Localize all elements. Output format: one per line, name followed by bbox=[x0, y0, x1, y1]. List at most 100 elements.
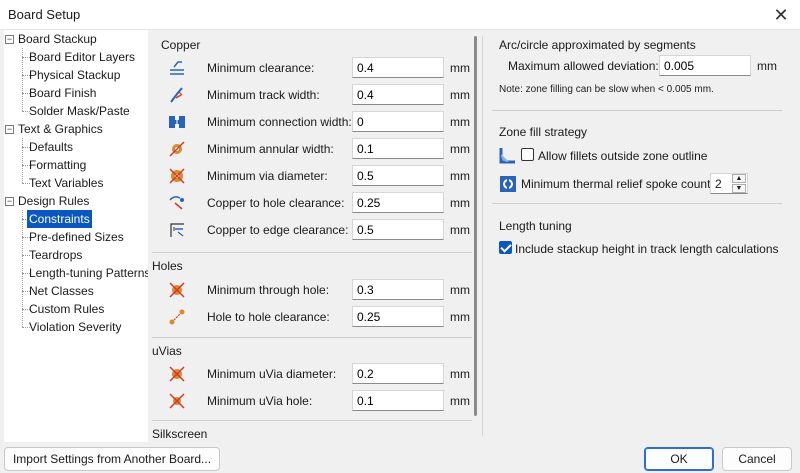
minimum-through-hole-input[interactable] bbox=[352, 279, 444, 300]
hole-to-hole-clearance-input[interactable] bbox=[352, 306, 444, 327]
uvias-section-title: uVias bbox=[152, 344, 182, 358]
minimum-annular-width-label: Minimum annular width: bbox=[207, 142, 334, 156]
ok-button[interactable]: OK bbox=[644, 447, 714, 471]
zone-fill-section-title: Zone fill strategy bbox=[499, 125, 588, 139]
zone-fill-note: Note: zone filling can be slow when < 0.… bbox=[499, 84, 714, 95]
collapse-toggle-icon[interactable]: − bbox=[5, 197, 14, 206]
minimum-connection-width-input[interactable] bbox=[352, 111, 444, 132]
tree-item-teardrops[interactable]: Teardrops bbox=[29, 246, 82, 264]
scrollbar-thumb[interactable] bbox=[474, 36, 477, 416]
tree-item-board-finish[interactable]: Board Finish bbox=[29, 84, 96, 102]
section-divider bbox=[492, 110, 782, 111]
fillet-icon bbox=[499, 148, 515, 164]
unit-label: mm bbox=[450, 88, 470, 102]
constraint-row: Copper to hole clearance: mm bbox=[148, 192, 472, 214]
minimum-track-width-label: Minimum track width: bbox=[207, 88, 320, 102]
section-divider bbox=[152, 420, 472, 421]
constraints-right-column: Arc/circle approximated by segments Maxi… bbox=[492, 30, 782, 442]
max-deviation-label: Maximum allowed deviation: bbox=[508, 59, 659, 73]
max-deviation-input[interactable] bbox=[659, 55, 751, 76]
tree-item-violation-severity[interactable]: Violation Severity bbox=[29, 318, 122, 336]
tree-item-constraints[interactable]: Constraints bbox=[27, 210, 92, 228]
allow-fillets-checkbox[interactable] bbox=[521, 148, 534, 161]
via-diameter-icon bbox=[169, 168, 185, 184]
tree-item-length-tuning-patterns[interactable]: Length-tuning Patterns bbox=[29, 264, 150, 282]
tree-item-custom-rules[interactable]: Custom Rules bbox=[29, 300, 104, 318]
left-column-scrollbar[interactable] bbox=[473, 32, 479, 438]
section-divider bbox=[492, 203, 782, 204]
tree-group-text-graphics[interactable]: Text & Graphics bbox=[18, 120, 103, 138]
unit-label: mm bbox=[450, 223, 470, 237]
settings-tree: − Board Stackup Board Editor Layers Phys… bbox=[4, 30, 150, 442]
spoke-count-value: 2 bbox=[715, 177, 722, 191]
constraint-row: Minimum through hole: mm bbox=[148, 279, 472, 301]
unit-label: mm bbox=[450, 283, 470, 297]
constraint-row: Minimum annular width: mm bbox=[148, 138, 472, 160]
edge-clearance-icon bbox=[170, 223, 184, 237]
tree-item-solder-mask-paste[interactable]: Solder Mask/Paste bbox=[29, 102, 130, 120]
tree-item-defaults[interactable]: Defaults bbox=[29, 138, 73, 156]
minimum-track-width-input[interactable] bbox=[352, 84, 444, 105]
minimum-via-diameter-label: Minimum via diameter: bbox=[207, 169, 328, 183]
unit-label: mm bbox=[450, 310, 470, 324]
tree-item-physical-stackup[interactable]: Physical Stackup bbox=[29, 66, 120, 84]
column-divider bbox=[482, 36, 483, 436]
hole-clearance-icon bbox=[169, 196, 184, 210]
window-title: Board Setup bbox=[8, 7, 81, 22]
tree-group-board-stackup[interactable]: Board Stackup bbox=[18, 30, 97, 48]
section-divider bbox=[152, 252, 472, 253]
minimum-annular-width-input[interactable] bbox=[352, 138, 444, 159]
unit-label: mm bbox=[450, 196, 470, 210]
copper-section-title: Copper bbox=[161, 38, 201, 52]
tree-item-predefined-sizes[interactable]: Pre-defined Sizes bbox=[29, 228, 124, 246]
hole-to-hole-icon bbox=[169, 309, 185, 325]
spoke-count-spinner[interactable]: 2 ▲ ▼ bbox=[710, 173, 748, 194]
constraints-panel: Copper Minimum clearance: mm Minimum tra… bbox=[148, 30, 794, 442]
minimum-uvia-diameter-input[interactable] bbox=[352, 363, 444, 384]
unit-label: mm bbox=[450, 367, 470, 381]
include-stackup-height-checkbox[interactable] bbox=[499, 241, 512, 254]
collapse-toggle-icon[interactable]: − bbox=[5, 125, 14, 134]
unit-label: mm bbox=[450, 394, 470, 408]
cancel-button[interactable]: Cancel bbox=[722, 447, 792, 471]
minimum-via-diameter-input[interactable] bbox=[352, 165, 444, 186]
copper-to-hole-clearance-input[interactable] bbox=[352, 192, 444, 213]
track-width-icon bbox=[170, 87, 183, 103]
arc-section-title: Arc/circle approximated by segments bbox=[499, 38, 696, 52]
constraint-row: Minimum connection width: mm bbox=[148, 111, 472, 133]
thermal-relief-icon bbox=[500, 176, 516, 192]
close-icon[interactable]: ✕ bbox=[768, 2, 794, 28]
tree-item-board-editor-layers[interactable]: Board Editor Layers bbox=[29, 48, 135, 66]
holes-section-title: Holes bbox=[152, 259, 183, 273]
allow-fillets-label: Allow fillets outside zone outline bbox=[538, 149, 708, 163]
title-bar: Board Setup ✕ bbox=[0, 0, 800, 30]
through-hole-icon bbox=[169, 282, 185, 298]
unit-label: mm bbox=[450, 115, 470, 129]
import-settings-button[interactable]: Import Settings from Another Board... bbox=[4, 447, 220, 471]
constraint-row: Minimum clearance: mm bbox=[148, 57, 472, 79]
spin-up-icon[interactable]: ▲ bbox=[732, 174, 746, 183]
tree-item-formatting[interactable]: Formatting bbox=[29, 156, 86, 174]
tree-item-net-classes[interactable]: Net Classes bbox=[29, 282, 94, 300]
section-divider bbox=[152, 337, 472, 338]
spin-down-icon[interactable]: ▼ bbox=[732, 184, 746, 193]
unit-label: mm bbox=[450, 142, 470, 156]
tree-group-design-rules[interactable]: Design Rules bbox=[18, 192, 89, 210]
minimum-uvia-diameter-label: Minimum uVia diameter: bbox=[207, 367, 337, 381]
minimum-clearance-input[interactable] bbox=[352, 57, 444, 78]
clearance-icon bbox=[170, 61, 184, 75]
tree-item-text-variables[interactable]: Text Variables bbox=[29, 174, 103, 192]
spoke-count-label: Minimum thermal relief spoke count: bbox=[521, 177, 714, 191]
unit-label: mm bbox=[757, 59, 777, 73]
copper-to-edge-clearance-input[interactable] bbox=[352, 219, 444, 240]
minimum-uvia-hole-input[interactable] bbox=[352, 390, 444, 411]
minimum-through-hole-label: Minimum through hole: bbox=[207, 283, 330, 297]
minimum-clearance-label: Minimum clearance: bbox=[207, 61, 315, 75]
collapse-toggle-icon[interactable]: − bbox=[5, 35, 14, 44]
include-stackup-height-label: Include stackup height in track length c… bbox=[515, 242, 779, 256]
constraint-row: Copper to edge clearance: mm bbox=[148, 219, 472, 241]
constraint-row: Minimum track width: mm bbox=[148, 84, 472, 106]
uvia-hole-icon bbox=[169, 393, 185, 409]
uvia-diameter-icon bbox=[169, 366, 185, 382]
constraint-row: Minimum via diameter: mm bbox=[148, 165, 472, 187]
